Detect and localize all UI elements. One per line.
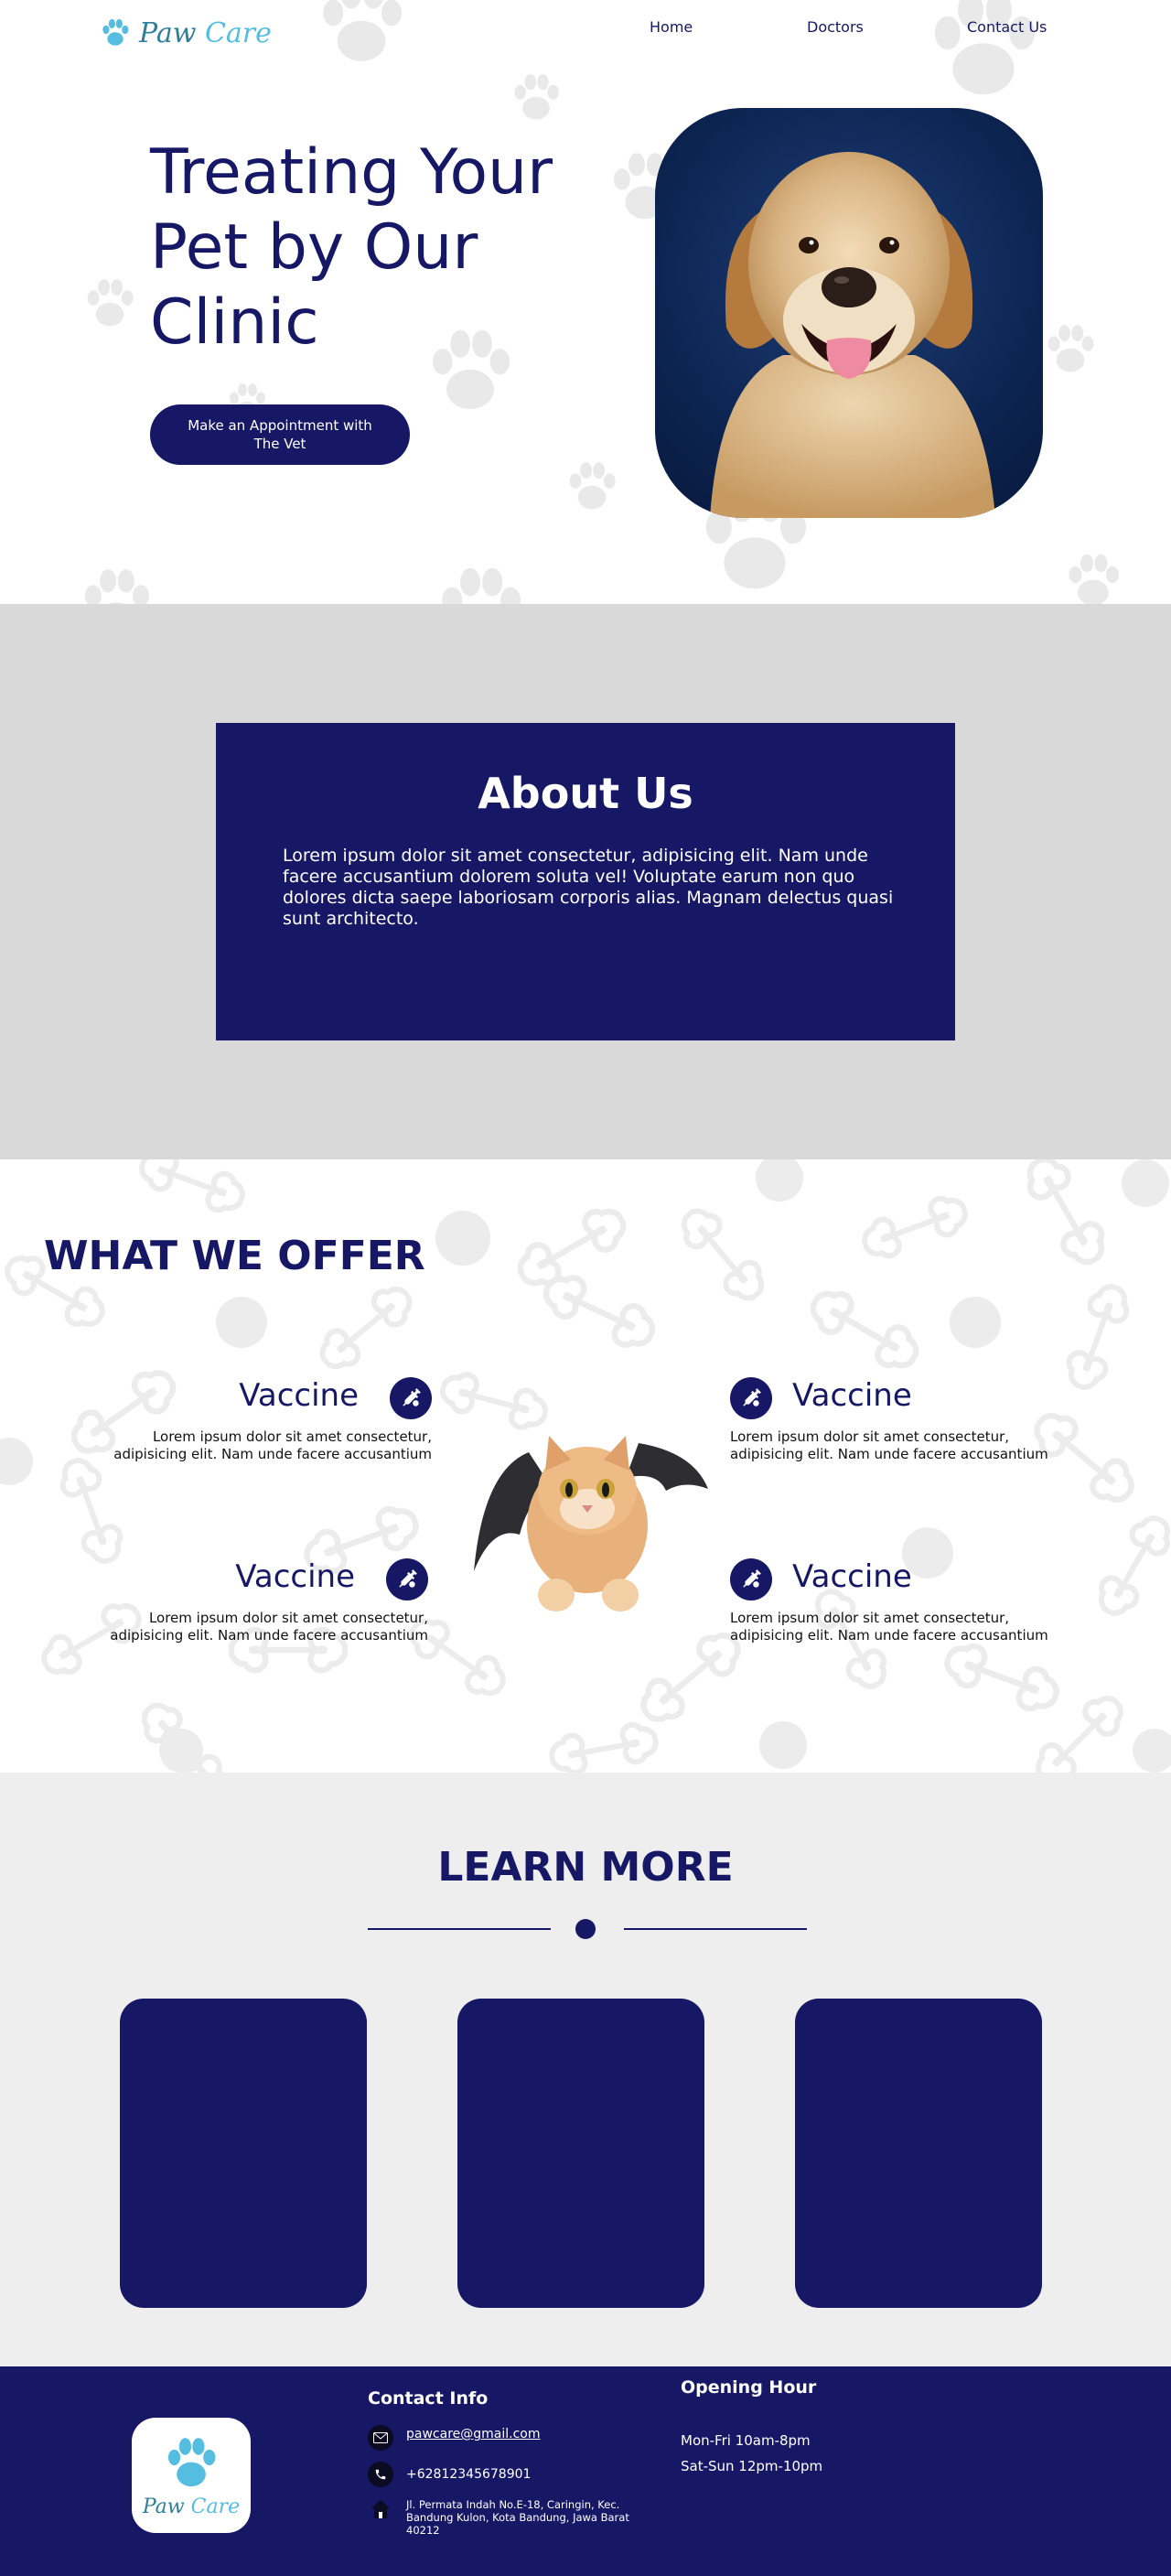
offer-item-title: Vaccine xyxy=(239,1377,359,1414)
learn-more-title: LEARN MORE xyxy=(437,1844,734,1891)
home-icon xyxy=(368,2496,393,2522)
brand-name-paw: Paw xyxy=(139,16,197,49)
learn-more-section: LEARN MORE xyxy=(0,1773,1171,2366)
offer-item-vaccine-2: Vaccine Lorem ipsum dolor sit amet conse… xyxy=(730,1377,1087,1469)
hero-title: Treating Your Pet by Our Clinic xyxy=(150,136,553,359)
top-navigation: Paw Care Home Doctors Contact Us xyxy=(0,0,1171,59)
footer-logo[interactable]: Paw Care xyxy=(132,2418,251,2533)
offer-title: WHAT WE OFFER xyxy=(44,1233,425,1279)
divider-line-right xyxy=(624,1928,807,1930)
contact-info-title: Contact Info xyxy=(368,2388,489,2409)
paw-background-icon xyxy=(1061,549,1125,604)
hero-dog-photo xyxy=(655,108,1043,518)
brand-logo[interactable]: Paw Care xyxy=(99,16,272,49)
offer-item-title: Vaccine xyxy=(792,1377,912,1414)
paw-background-icon xyxy=(1041,320,1100,379)
paw-background-icon xyxy=(430,560,531,604)
syringe-icon xyxy=(730,1377,772,1419)
hero-section: Paw Care Home Doctors Contact Us Treatin… xyxy=(0,0,1171,604)
phone-icon xyxy=(368,2462,393,2487)
footer: Paw Care Contact Info pawcare@gmail.com … xyxy=(0,2366,1171,2576)
nav-link-contact-us[interactable]: Contact Us xyxy=(967,18,1047,36)
offer-item-title: Vaccine xyxy=(792,1558,912,1595)
paw-background-icon xyxy=(75,563,157,604)
contact-email-row: pawcare@gmail.com xyxy=(368,2425,541,2451)
learn-more-card-2[interactable] xyxy=(457,1999,704,2308)
about-text: Lorem ipsum dolor sit amet consectetur, … xyxy=(283,846,894,929)
contact-phone-text: +62812345678901 xyxy=(406,2467,532,2482)
paw-background-icon xyxy=(81,275,139,333)
offer-item-vaccine-3: Vaccine Lorem ipsum dolor sit amet conse… xyxy=(81,1558,428,1650)
syringe-icon xyxy=(386,1558,428,1601)
opening-hour-weekend: Sat-Sun 12pm-10pm xyxy=(681,2458,823,2474)
divider-line-left xyxy=(368,1928,551,1930)
contact-address-text: Jl. Permata Indah No.E-18, Caringin, Kec… xyxy=(406,2498,629,2537)
syringe-icon xyxy=(390,1377,432,1419)
offer-item-description: Lorem ipsum dolor sit amet consectetur, … xyxy=(730,1610,1048,1644)
offer-item-title: Vaccine xyxy=(235,1558,355,1595)
paw-logo-icon xyxy=(161,2433,221,2494)
paw-logo-icon xyxy=(99,16,132,49)
contact-email-link[interactable]: pawcare@gmail.com xyxy=(406,2427,541,2441)
contact-phone-row: +62812345678901 xyxy=(368,2462,531,2487)
divider-dot xyxy=(575,1919,596,1939)
offer-section: WHAT WE OFFER Vaccine Lorem ipsum dolor … xyxy=(0,1159,1171,1773)
offer-item-vaccine-1: Vaccine Lorem ipsum dolor sit amet conse… xyxy=(84,1377,432,1469)
about-title: About Us xyxy=(478,769,693,818)
golden-retriever-illustration xyxy=(710,152,995,518)
email-icon xyxy=(368,2425,393,2451)
footer-brand-name-care: Care xyxy=(190,2495,241,2518)
learn-more-card-3[interactable] xyxy=(795,1999,1042,2308)
brand-name: Paw Care xyxy=(139,17,272,49)
offer-item-description: Lorem ipsum dolor sit amet consectetur, … xyxy=(113,1428,432,1462)
footer-brand-name-paw: Paw xyxy=(142,2495,185,2518)
offer-item-description: Lorem ipsum dolor sit amet consectetur, … xyxy=(110,1610,428,1644)
opening-hour-weekday: Mon-Fri 10am-8pm xyxy=(681,2432,811,2449)
opening-hour-title: Opening Hour xyxy=(681,2377,817,2398)
contact-address-row: Jl. Permata Indah No.E-18, Caringin, Kec… xyxy=(368,2496,635,2537)
nav-link-doctors[interactable]: Doctors xyxy=(807,18,864,36)
syringe-icon xyxy=(730,1558,772,1601)
paw-background-icon xyxy=(563,458,621,516)
offer-item-description: Lorem ipsum dolor sit amet consectetur, … xyxy=(730,1428,1048,1462)
paw-background-icon xyxy=(508,70,564,126)
brand-name-care: Care xyxy=(204,16,272,49)
cat-with-bat-wings-illustration xyxy=(474,1436,708,1611)
about-section: About Us Lorem ipsum dolor sit amet cons… xyxy=(0,604,1171,1159)
offer-item-vaccine-4: Vaccine Lorem ipsum dolor sit amet conse… xyxy=(730,1558,1087,1650)
make-appointment-button[interactable]: Make an Appointment with The Vet xyxy=(150,404,410,465)
footer-brand-name: Paw Care xyxy=(143,2495,240,2518)
about-card: About Us Lorem ipsum dolor sit amet cons… xyxy=(216,723,955,1040)
nav-link-home[interactable]: Home xyxy=(650,18,693,36)
learn-more-card-1[interactable] xyxy=(120,1999,367,2308)
